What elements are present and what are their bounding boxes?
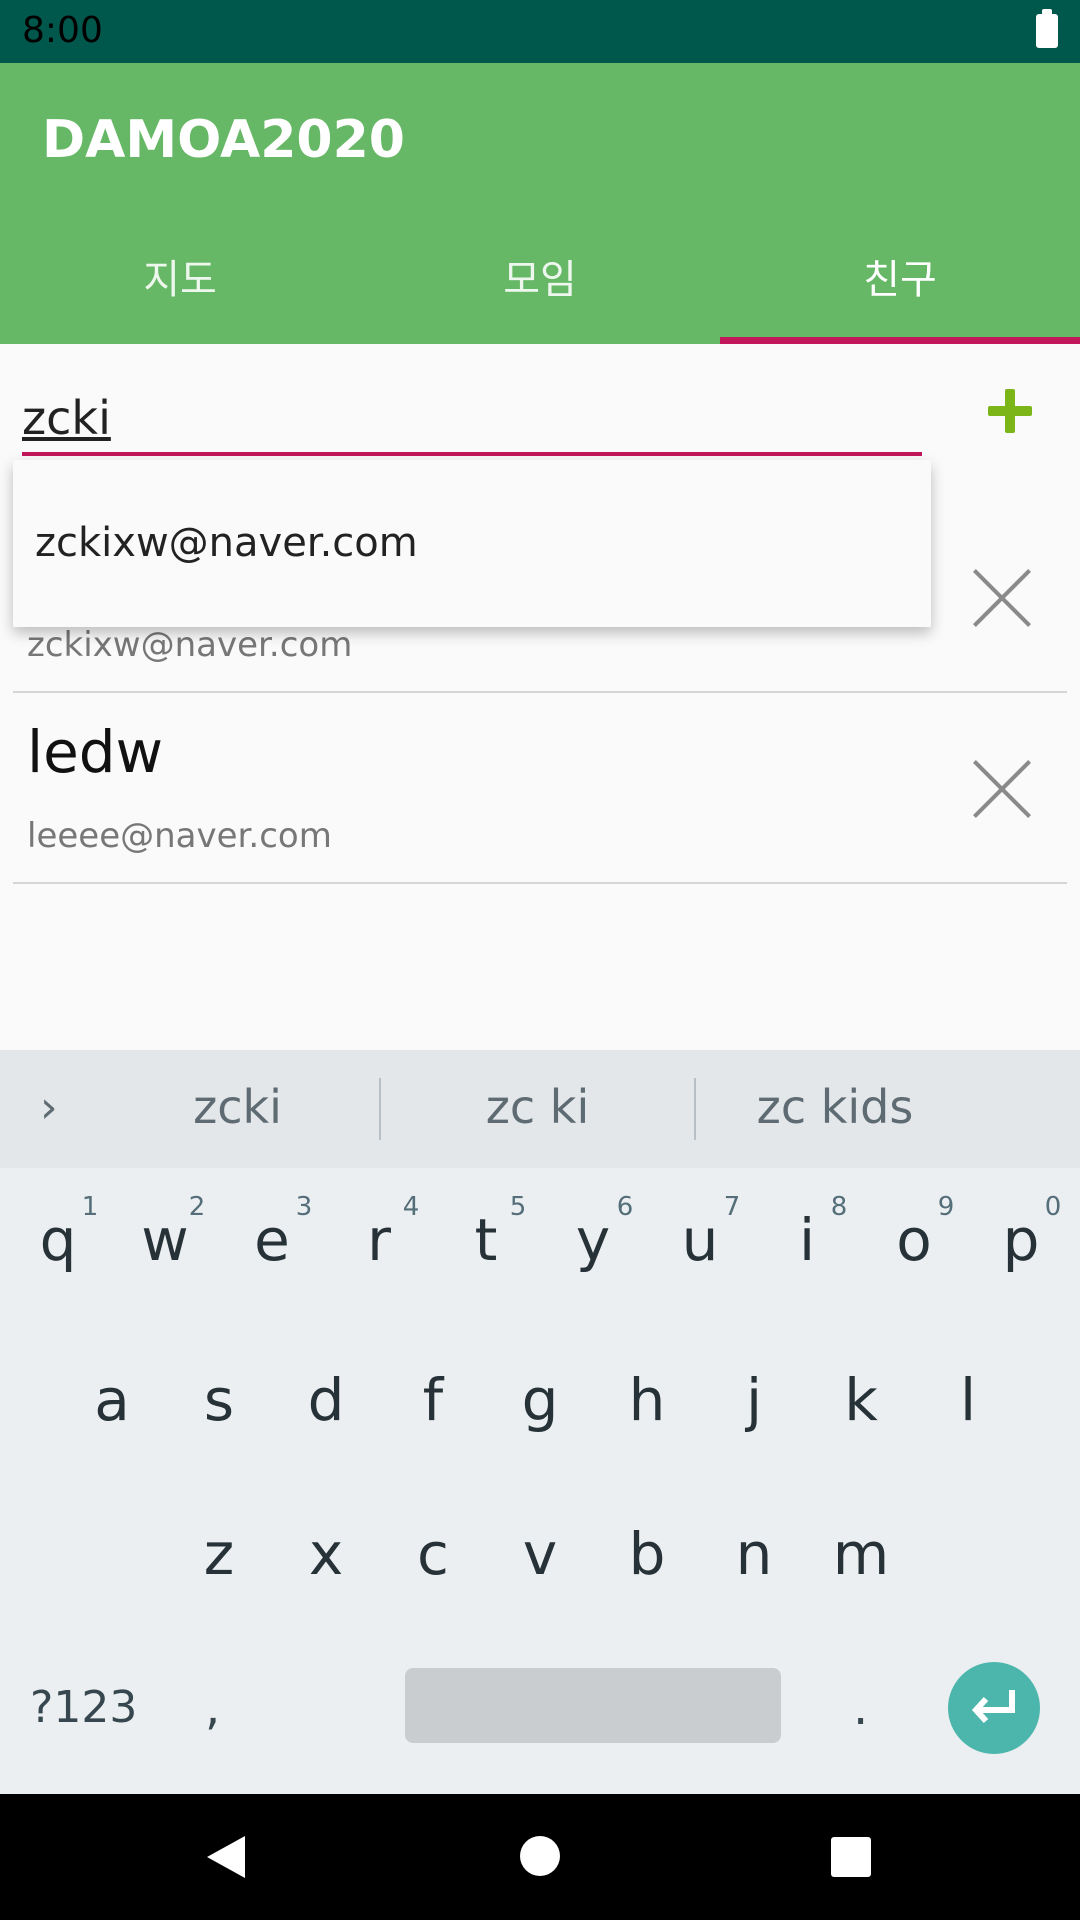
key-k[interactable]: k [821,1366,901,1434]
key-m[interactable]: m [821,1520,901,1588]
key-x[interactable]: x [286,1520,366,1588]
enter-icon [971,1690,1015,1724]
friend-name: ledw [27,718,164,786]
key-a[interactable]: a [72,1366,152,1434]
key-period[interactable]: . [853,1680,868,1736]
tab-group[interactable]: 모임 [360,244,720,344]
key-hint-3: 3 [295,1192,313,1222]
tab-friend[interactable]: 친구 [720,244,1080,344]
key-hint-7: 7 [723,1192,741,1222]
recents-icon[interactable] [831,1837,871,1877]
status-bar [0,0,1080,63]
key-hint-9: 9 [937,1192,955,1222]
key-space[interactable] [405,1668,781,1743]
key-g[interactable]: g [500,1366,580,1434]
key-z[interactable]: z [179,1520,259,1588]
key-n[interactable]: n [714,1520,794,1588]
key-enter[interactable] [948,1662,1040,1754]
tab-map[interactable]: 지도 [0,244,360,344]
key-hint-1: 1 [81,1192,99,1222]
add-friend-button[interactable] [980,380,1040,440]
key-hint-6: 6 [616,1192,634,1222]
autocomplete-item[interactable]: zckixw@naver.com [35,520,418,566]
suggestion-1[interactable]: zcki [140,1080,335,1134]
friend-search-input[interactable] [22,385,922,451]
autocomplete-dropdown: zckixw@naver.com [13,460,931,627]
key-d[interactable]: d [286,1366,366,1434]
battery-icon [1036,9,1058,48]
key-comma[interactable]: , [205,1680,220,1736]
chevron-right-icon[interactable]: › [40,1082,58,1133]
app-title: DAMOA2020 [42,110,405,170]
suggestion-divider [379,1078,381,1140]
key-symbols[interactable]: ?123 [30,1682,137,1733]
home-icon[interactable] [520,1836,560,1876]
key-v[interactable]: v [500,1520,580,1588]
key-l[interactable]: l [928,1366,1008,1434]
key-hint-4: 4 [402,1192,420,1222]
suggestion-3[interactable]: zc kids [730,1080,940,1134]
key-f[interactable]: f [393,1366,473,1434]
tab-indicator [720,337,1080,344]
key-j[interactable]: j [714,1366,794,1434]
status-time: 8:00 [22,10,103,51]
remove-friend-button[interactable] [973,569,1031,627]
key-s[interactable]: s [179,1366,259,1434]
key-hint-2: 2 [188,1192,206,1222]
key-hint-0: 0 [1044,1192,1062,1222]
friend-email: zckixw@naver.com [27,625,353,665]
suggestion-2[interactable]: zc ki [430,1080,645,1134]
remove-friend-button[interactable] [973,760,1031,818]
key-hint-8: 8 [830,1192,848,1222]
suggestion-divider [694,1078,696,1140]
key-c[interactable]: c [393,1520,473,1588]
search-input-underline [22,452,922,456]
friend-email: leeee@naver.com [27,816,332,856]
back-icon[interactable] [205,1834,247,1880]
navigation-bar [0,1794,1080,1920]
key-h[interactable]: h [607,1366,687,1434]
key-hint-5: 5 [509,1192,527,1222]
key-b[interactable]: b [607,1520,687,1588]
friend-list-item: ledw leeee@naver.com [13,692,1067,884]
